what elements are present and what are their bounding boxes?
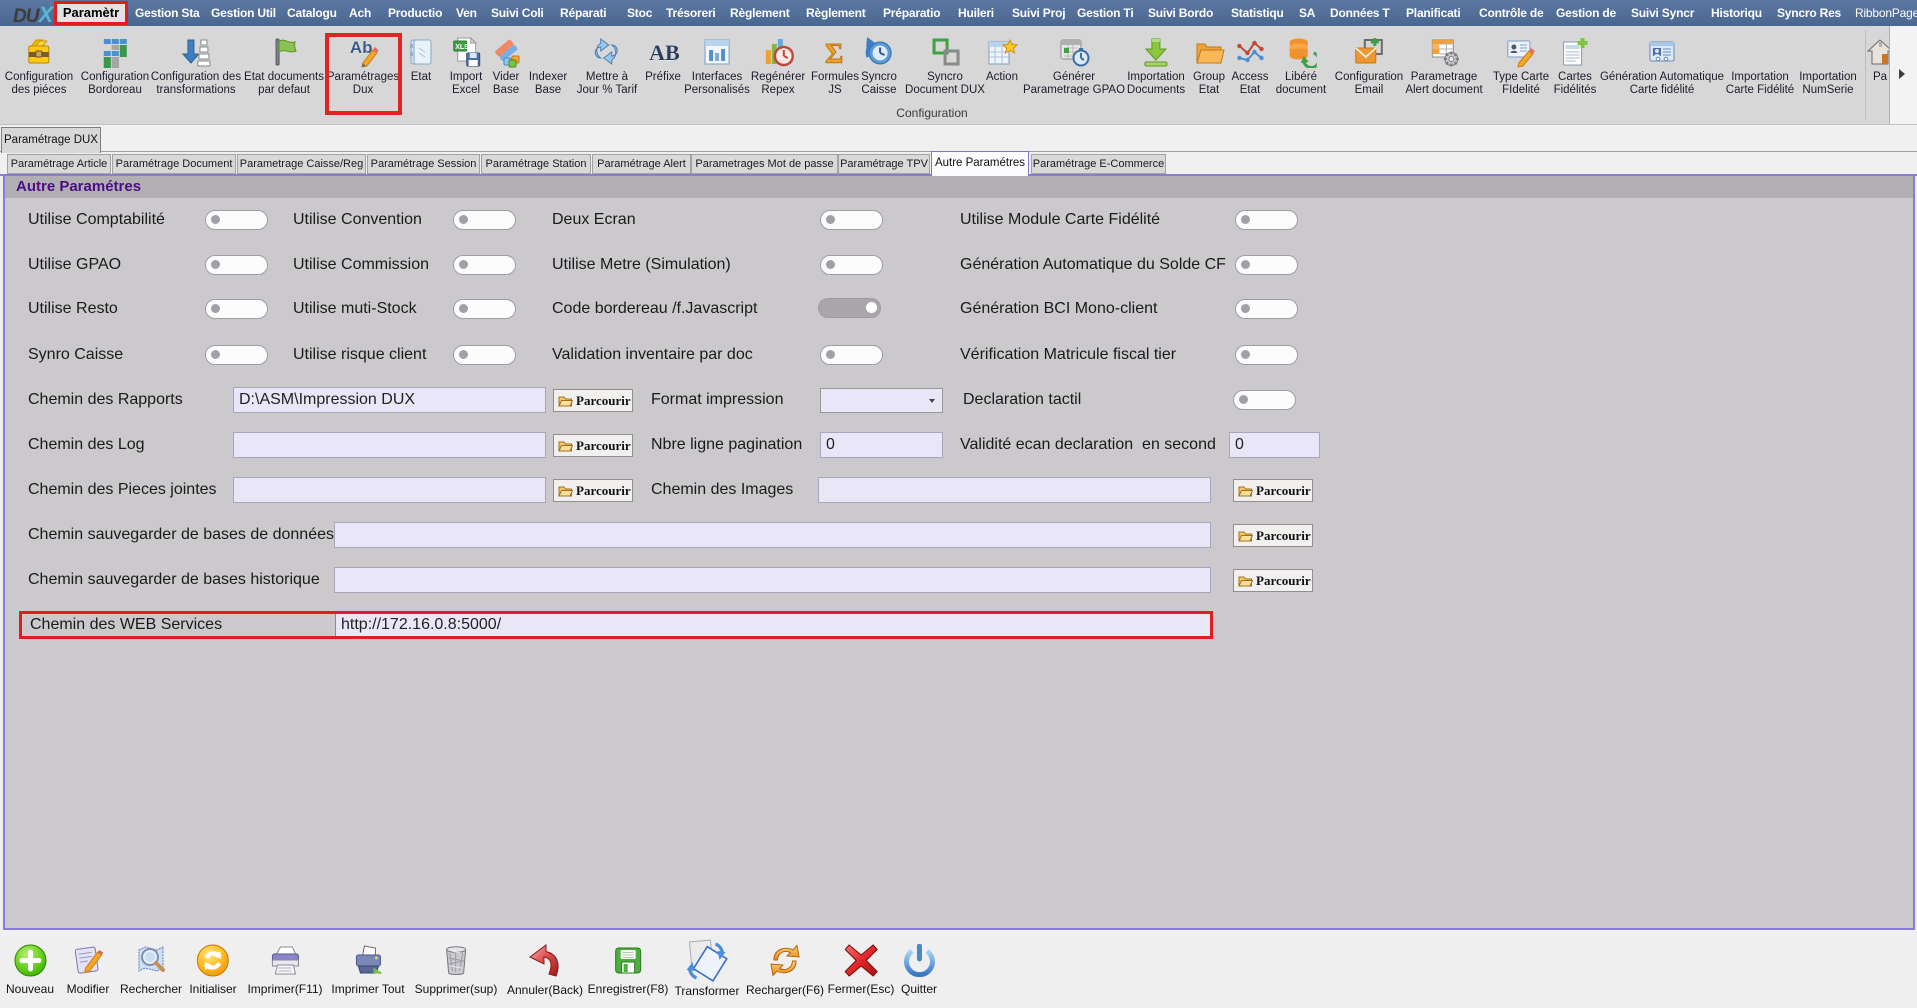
svg-text:Σ: Σ (825, 39, 843, 68)
svg-text:AB: AB (649, 40, 679, 65)
svg-text:XLS: XLS (456, 44, 470, 51)
